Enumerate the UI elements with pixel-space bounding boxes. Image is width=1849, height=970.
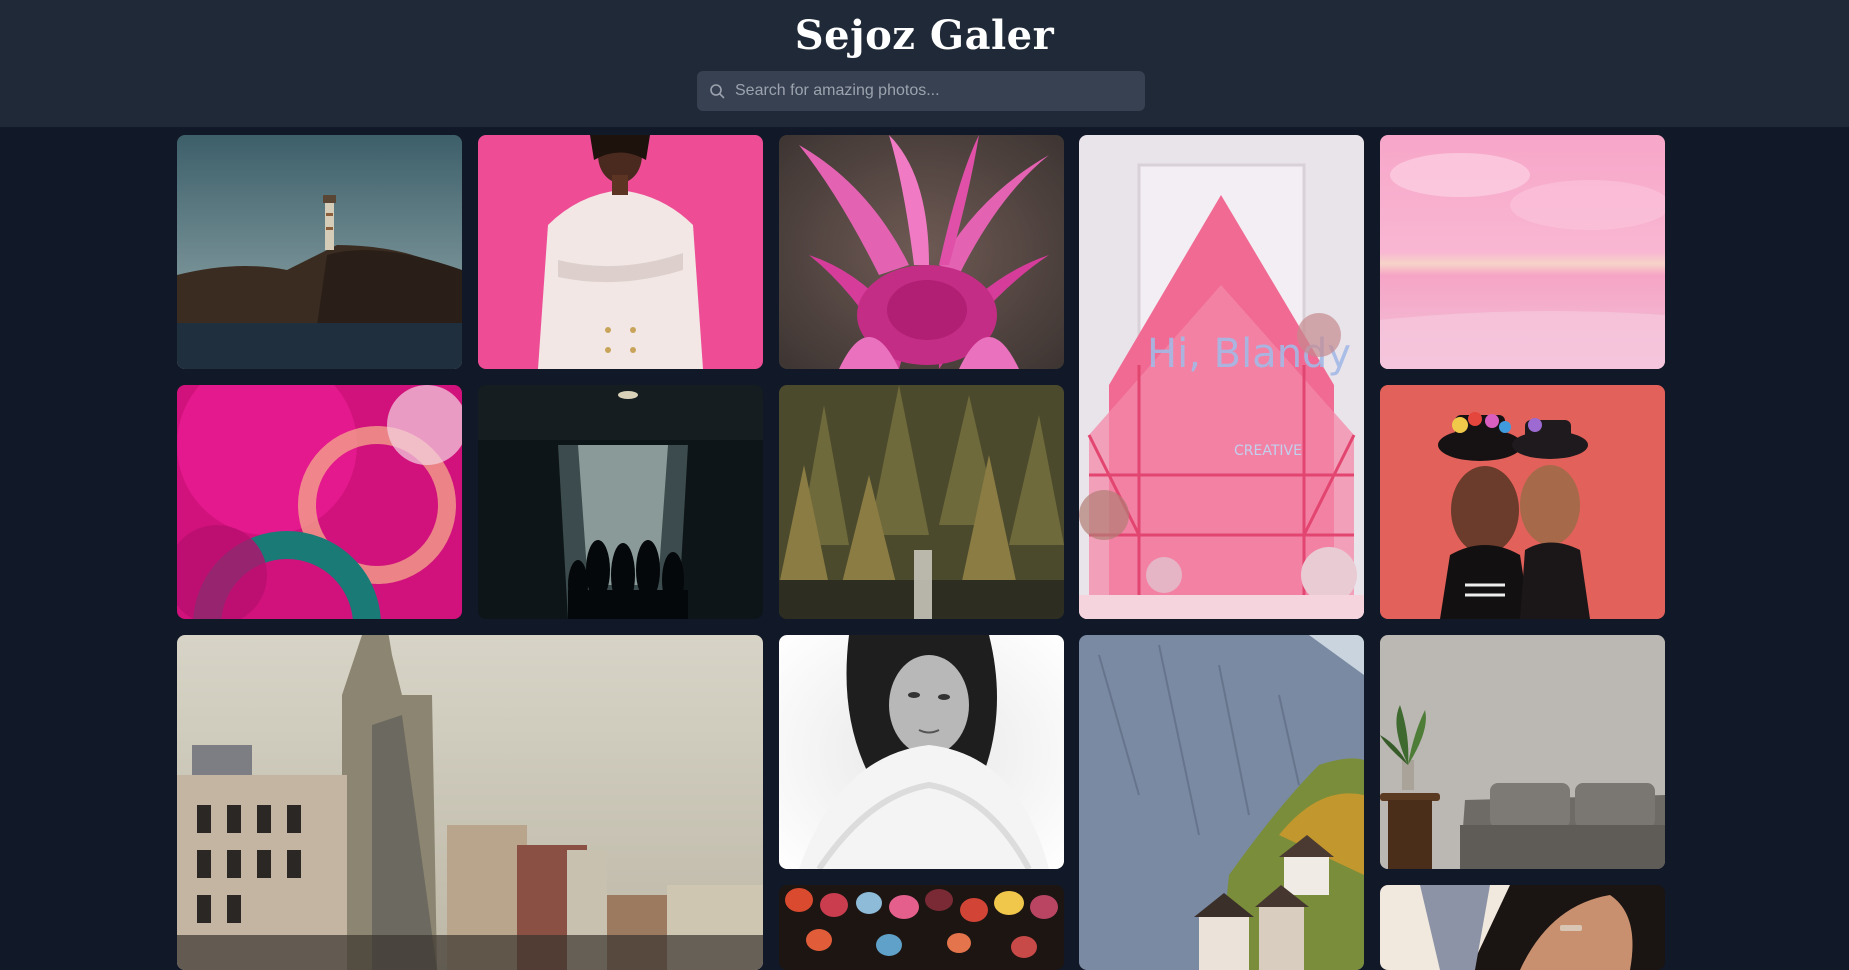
svg-text:CREATIVE: CREATIVE xyxy=(1234,443,1302,459)
photo-bw-portrait[interactable] xyxy=(779,635,1064,869)
photo-woman-white-suit[interactable] xyxy=(478,135,763,369)
search-input[interactable] xyxy=(735,71,1135,111)
photo-painted-faces[interactable] xyxy=(1380,385,1665,619)
header-bar: Sejoz Galer xyxy=(0,0,1849,127)
search-bar[interactable] xyxy=(697,71,1145,111)
photo-dark-alley[interactable] xyxy=(478,385,763,619)
photo-lanterns[interactable] xyxy=(779,885,1064,970)
photo-mountain-village[interactable] xyxy=(1079,635,1364,970)
photo-pink-beach[interactable] xyxy=(1380,135,1665,369)
app-title: Sejoz Galer xyxy=(794,12,1055,59)
photo-forest-waterfall[interactable] xyxy=(779,385,1064,619)
photo-plant-sofa[interactable] xyxy=(1380,635,1665,869)
photo-pink-abstract[interactable] xyxy=(177,385,462,619)
search-icon xyxy=(709,83,725,99)
photo-pink-dahlia[interactable] xyxy=(779,135,1064,369)
photo-hands-closeup[interactable] xyxy=(1380,885,1665,970)
photo-city-skyline[interactable] xyxy=(177,635,763,970)
photo-lighthouse[interactable] xyxy=(177,135,462,369)
photo-pink-storefront[interactable]: Hi, Blandy CREATIVE xyxy=(1079,135,1364,619)
